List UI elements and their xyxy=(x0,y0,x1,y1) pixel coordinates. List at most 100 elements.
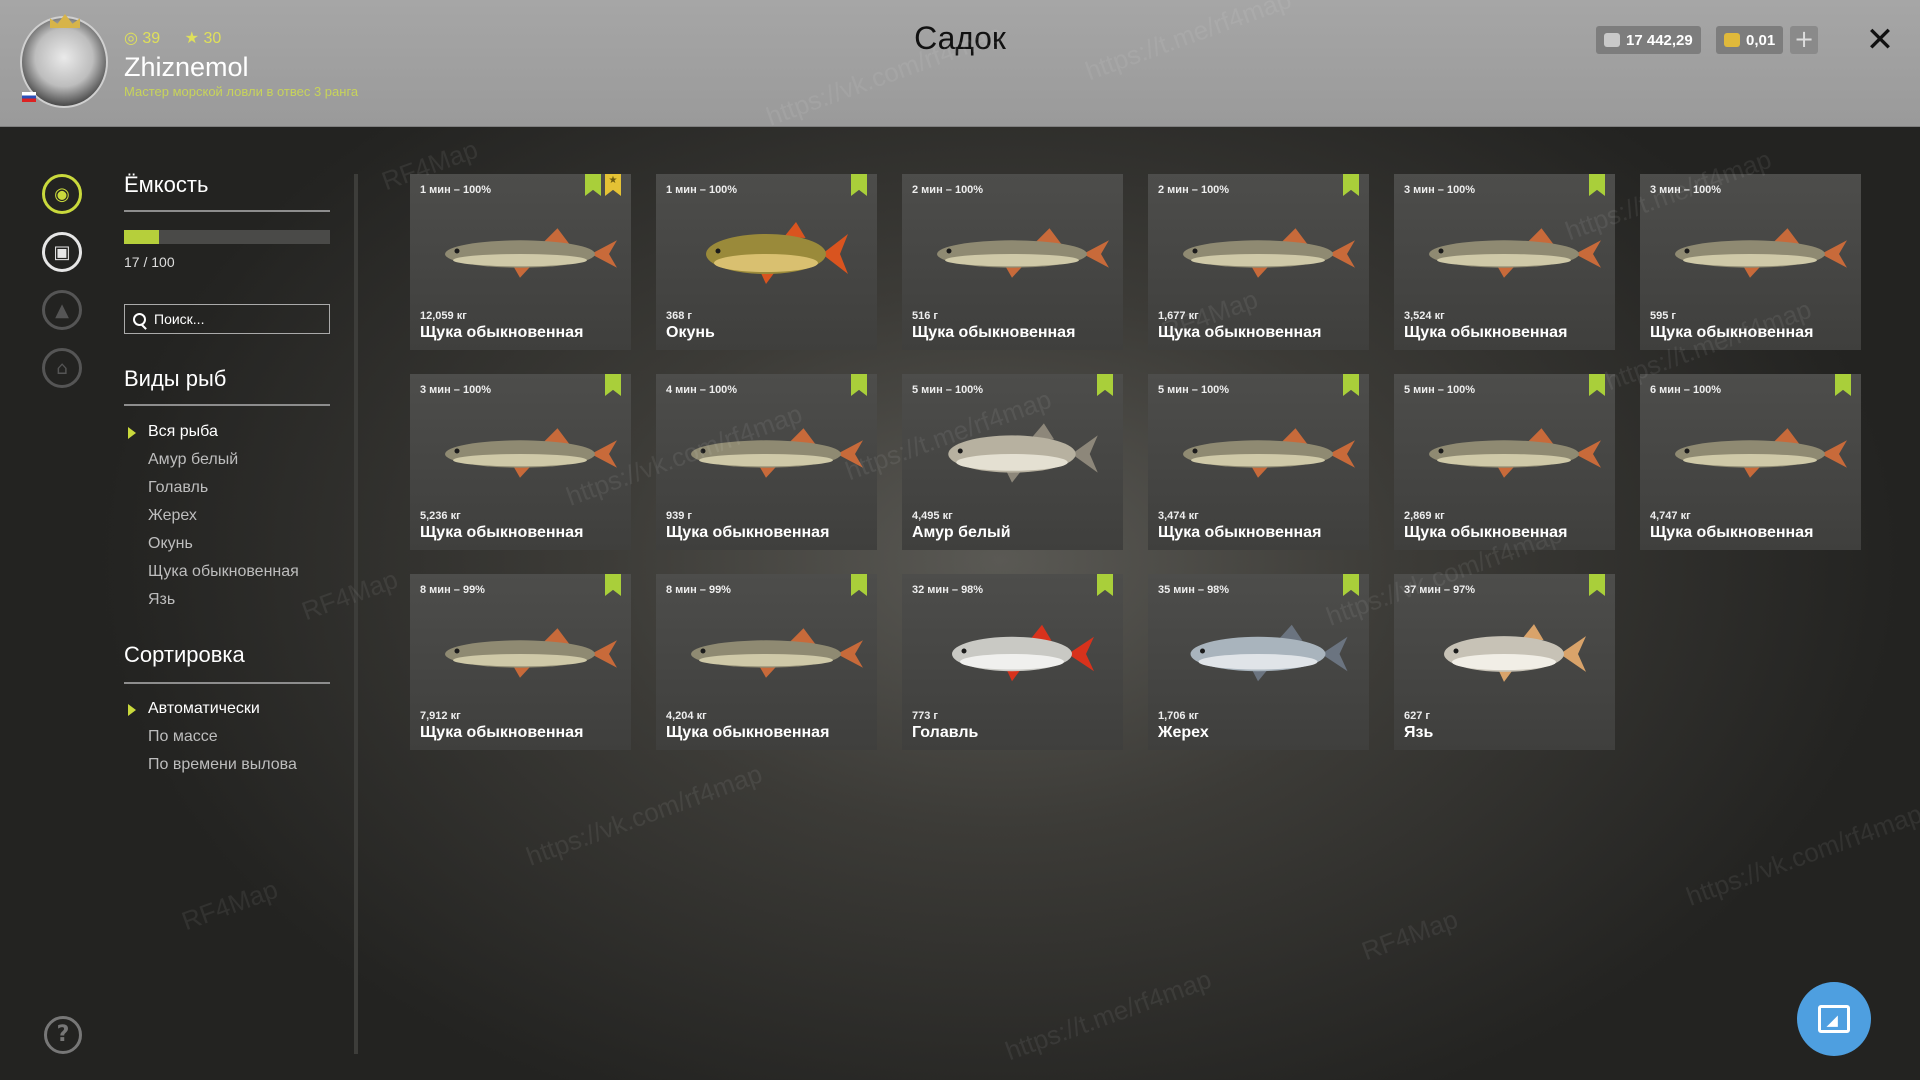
pike-fish-icon xyxy=(445,428,617,478)
bookmark-icon[interactable] xyxy=(585,174,601,196)
bookmark-icon[interactable] xyxy=(1589,374,1605,396)
bookmark-icon[interactable] xyxy=(1589,174,1605,196)
fish-name: Щука обыкновенная xyxy=(1158,324,1322,341)
fish-catch-time: 32 мин – 98% xyxy=(912,584,984,596)
fish-card[interactable]: 6 мин – 100% 4,747 кг Щука обыкновенная xyxy=(1640,374,1861,550)
cursor-mode-button[interactable] xyxy=(1797,982,1871,1056)
bookmark-icon[interactable] xyxy=(851,174,867,196)
bookmark-icon[interactable] xyxy=(1343,174,1359,196)
watermark: https://t.me/rf4map xyxy=(1001,963,1216,1067)
fish-card[interactable]: 35 мин – 98% 1,706 кг Жерех xyxy=(1148,574,1369,750)
selected-arrow-icon xyxy=(128,427,136,439)
fish-card[interactable]: 32 мин – 98% 773 г Голавль xyxy=(902,574,1123,750)
species-item-label: Вся рыба xyxy=(148,423,218,440)
bookmark-icon[interactable] xyxy=(1343,574,1359,596)
fish-weight: 939 г xyxy=(666,510,692,522)
fish-card[interactable]: 8 мин – 99% 7,912 кг Щука обыкновенная xyxy=(410,574,631,750)
bookmark-icon[interactable] xyxy=(1097,374,1113,396)
species-item[interactable]: Вся рыба xyxy=(124,418,299,446)
close-button[interactable]: ✕ xyxy=(1862,20,1898,60)
fish-keepnet-icon[interactable]: ◉ xyxy=(42,174,82,214)
sort-item[interactable]: По массе xyxy=(124,723,297,751)
fish-card[interactable]: 1 мин – 100% 368 г Окунь xyxy=(656,174,877,350)
fish-name: Амур белый xyxy=(912,524,1011,541)
fish-catch-time: 37 мин – 97% xyxy=(1404,584,1476,596)
gold-coin-icon xyxy=(1724,33,1740,47)
sort-item[interactable]: Автоматически xyxy=(124,695,297,723)
fish-card[interactable]: 8 мин – 99% 4,204 кг Щука обыкновенная xyxy=(656,574,877,750)
fish-name: Щука обыкновенная xyxy=(420,324,584,341)
fish-catch-time: 5 мин – 100% xyxy=(1404,384,1476,396)
fish-card[interactable]: 37 мин – 97% 627 г Язь xyxy=(1394,574,1615,750)
fish-catch-time: 1 мин – 100% xyxy=(666,184,738,196)
species-item-label: Язь xyxy=(148,591,176,608)
pike-fish-icon xyxy=(1183,228,1355,278)
fish-weight: 3,524 кг xyxy=(1404,310,1445,322)
divider xyxy=(124,210,330,212)
selected-arrow-icon xyxy=(128,704,136,716)
home-icon[interactable]: ⌂ xyxy=(42,348,82,388)
watermark: https://vk.com/rf4map xyxy=(1682,798,1920,912)
fish-catch-time: 8 мин – 99% xyxy=(420,584,485,596)
fish-weight: 12,059 кг xyxy=(420,310,467,322)
fish-weight: 627 г xyxy=(1404,710,1430,722)
pike-fish-icon xyxy=(1183,428,1355,478)
pike-fish-icon xyxy=(691,428,863,478)
fish-catch-time: 6 мин – 100% xyxy=(1650,384,1722,396)
bookmark-icon[interactable] xyxy=(1835,374,1851,396)
fish-card[interactable]: 3 мин – 100% 595 г Щука обыкновенная xyxy=(1640,174,1861,350)
fish-weight: 1,677 кг xyxy=(1158,310,1199,322)
fish-card[interactable]: 2 мин – 100% 1,677 кг Щука обыкновенная xyxy=(1148,174,1369,350)
help-icon[interactable]: ? xyxy=(44,1016,82,1054)
watermark: https://vk.com/rf4map xyxy=(522,758,766,872)
fish-card[interactable]: 5 мин – 100% 4,495 кг Амур белый xyxy=(902,374,1123,550)
fish-card[interactable]: 1 мин – 100% ★ 12,059 кг Щука обыкновенная xyxy=(410,174,631,350)
tent-icon[interactable]: ▲ xyxy=(42,290,82,330)
capacity-text: 17 / 100 xyxy=(124,254,175,270)
fish-weight: 5,236 кг xyxy=(420,510,461,522)
add-currency-button[interactable]: + xyxy=(1790,26,1818,54)
fish-name: Язь xyxy=(1404,724,1434,741)
fish-catch-time: 8 мин – 99% xyxy=(666,584,731,596)
bookmark-icon[interactable] xyxy=(605,574,621,596)
sort-item-label: По времени вылова xyxy=(148,756,297,773)
fish-card[interactable]: 5 мин – 100% 3,474 кг Щука обыкновенная xyxy=(1148,374,1369,550)
pike-fish-icon xyxy=(691,628,863,678)
fish-weight: 773 г xyxy=(912,710,938,722)
pike-fish-icon xyxy=(445,628,617,678)
chub-fish-icon xyxy=(952,624,1094,682)
species-item[interactable]: Жерех xyxy=(124,502,299,530)
star-bookmark-icon[interactable]: ★ xyxy=(605,174,621,196)
fish-card[interactable]: 3 мин – 100% 3,524 кг Щука обыкновенная xyxy=(1394,174,1615,350)
species-item[interactable]: Голавль xyxy=(124,474,299,502)
fish-card[interactable]: 2 мин – 100% 516 г Щука обыкновенная xyxy=(902,174,1123,350)
bookmark-icon[interactable] xyxy=(1343,374,1359,396)
fish-name: Щука обыкновенная xyxy=(1650,324,1814,341)
species-item[interactable]: Окунь xyxy=(124,530,299,558)
capacity-fill xyxy=(124,230,160,244)
bookmark-icon[interactable] xyxy=(605,374,621,396)
bookmark-icon[interactable] xyxy=(851,574,867,596)
species-list: Вся рыба Амур белый Голавль Жерех Окунь Щука … xyxy=(124,418,299,614)
sorting-title: Сортировка xyxy=(124,642,245,667)
fish-catch-time: 1 мин – 100% xyxy=(420,184,492,196)
fish-weight: 595 г xyxy=(1650,310,1676,322)
sort-item[interactable]: По времени вылова xyxy=(124,751,297,779)
fish-card[interactable]: 5 мин – 100% 2,869 кг Щука обыкновенная xyxy=(1394,374,1615,550)
pike-fish-icon xyxy=(1675,428,1847,478)
bookmark-icon[interactable] xyxy=(1589,574,1605,596)
species-item[interactable]: Язь xyxy=(124,586,299,614)
fish-name: Голавль xyxy=(912,724,979,741)
divider xyxy=(124,682,330,684)
species-item[interactable]: Щука обыкновенная xyxy=(124,558,299,586)
fish-weight: 3,474 кг xyxy=(1158,510,1199,522)
fish-card[interactable]: 4 мин – 100% 939 г Щука обыкновенная xyxy=(656,374,877,550)
species-item-label: Амур белый xyxy=(148,451,239,468)
backpack-icon[interactable]: ▣ xyxy=(42,232,82,272)
fish-card[interactable]: 3 мин – 100% 5,236 кг Щука обыкновенная xyxy=(410,374,631,550)
bookmark-icon[interactable] xyxy=(851,374,867,396)
species-item[interactable]: Амур белый xyxy=(124,446,299,474)
bookmark-icon[interactable] xyxy=(1097,574,1113,596)
watermark: RF4Map xyxy=(177,873,282,937)
search-input[interactable]: Поиск... xyxy=(124,304,330,334)
